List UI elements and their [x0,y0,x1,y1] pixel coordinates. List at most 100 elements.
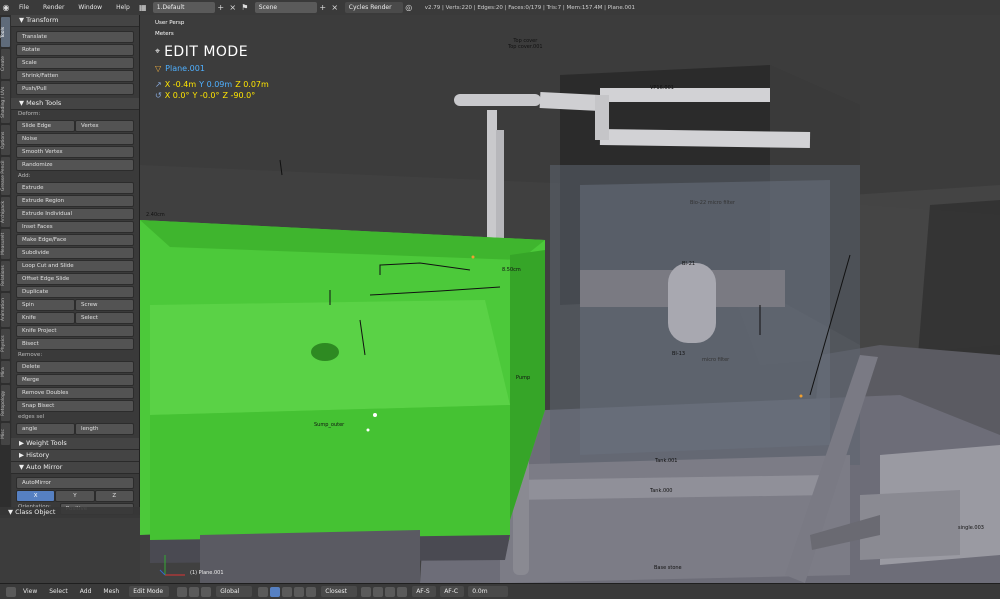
3d-viewport[interactable]: Top cover Top cover.001 VP16.001 Bio-22 … [0,15,1000,583]
tab-options[interactable]: Options [1,125,10,155]
inset-faces-button[interactable]: Inset Faces [16,221,134,233]
delete-button[interactable]: Delete [16,361,134,373]
snap-a-field[interactable]: AF-S [412,586,437,597]
viewport-shading-icon[interactable] [177,586,188,597]
merge-button[interactable]: Merge [16,374,134,386]
menu-view[interactable]: View [17,588,43,595]
weight-tools-header[interactable]: ▶ Weight Tools [11,438,139,450]
tab-relations[interactable]: Relations [1,261,10,291]
tab-mira[interactable]: Mira [1,361,10,383]
tab-create[interactable]: Create [1,49,10,79]
render-engine-dropdown[interactable]: Cycles Render [344,2,403,13]
transform-header[interactable]: ▼ Transform [11,15,139,27]
scene-field[interactable]: Scene [254,2,317,13]
add-scene-icon[interactable]: + [317,3,329,12]
automirror-button[interactable]: AutoMirror [16,477,134,489]
menu-file[interactable]: File [12,4,36,11]
rotate-button[interactable]: Rotate [16,44,134,56]
bisect-button[interactable]: Bisect [16,338,134,350]
label-sump: Sump_outer [314,422,345,428]
manipulator-icon[interactable] [201,586,212,597]
make-edge-face-button[interactable]: Make Edge/Face [16,234,134,246]
occlude-icon[interactable] [294,586,305,597]
knife-project-button[interactable]: Knife Project [16,325,134,337]
camera-icon[interactable] [397,586,408,597]
auto-mirror-title: Auto Mirror [26,463,63,471]
mesh-tools-header[interactable]: ▼ Mesh Tools [11,98,139,110]
vertex-select-icon[interactable] [258,586,269,597]
push-pull-button[interactable]: Push/Pull [16,83,134,95]
slide-edge-button[interactable]: Slide Edge [16,120,75,132]
smooth-vertex-button[interactable]: Smooth Vertex [16,146,134,158]
duplicate-button[interactable]: Duplicate [16,286,134,298]
class-object-header[interactable]: ▼ Class Object [0,507,140,518]
spin-button[interactable]: Spin [16,299,75,311]
remove-label: Remove: [18,352,43,358]
rotation-icon: ↺ [155,91,162,100]
screw-button[interactable]: Screw [75,299,134,311]
pivot-icon[interactable] [189,586,200,597]
tab-misc[interactable]: Misc [1,423,10,445]
extrude-individual-button[interactable]: Extrude Individual [16,208,134,220]
offset-edge-slide-button[interactable]: Offset Edge Slide [16,273,134,285]
loop-cut-button[interactable]: Loop Cut and Slide [16,260,134,272]
axis-y-toggle[interactable]: Y [55,490,95,502]
history-header[interactable]: ▶ History [11,450,139,462]
vertex-slide-button[interactable]: Vertex [75,120,134,132]
menu-add[interactable]: Add [74,588,98,595]
menu-help[interactable]: Help [109,4,137,11]
remove-doubles-button[interactable]: Remove Doubles [16,387,134,399]
snap-icon[interactable] [361,586,372,597]
knife-select-button[interactable]: Select [75,312,134,324]
snap-b-field[interactable]: AF-C [440,586,465,597]
face-select-icon[interactable] [282,586,293,597]
axis-z-toggle[interactable]: Z [94,490,134,502]
tab-shading[interactable]: Shading / UVs [1,81,10,123]
blender-logo-icon[interactable]: ◉ [0,3,12,12]
menu-select[interactable]: Select [43,588,74,595]
offset-field[interactable]: 0.0m [468,586,509,597]
shrink-fatten-button[interactable]: Shrink/Fatten [16,70,134,82]
proportional-icon[interactable] [306,586,317,597]
tab-grease-pencil[interactable]: Grease Pencil [1,157,10,195]
tab-physics[interactable]: Physics [1,329,10,359]
tab-tools[interactable]: Tools [1,17,10,47]
transform-orientation-dropdown[interactable]: Global [216,586,253,597]
extrude-button[interactable]: Extrude [16,182,134,194]
editor-type-icon[interactable] [6,586,16,597]
angle-field[interactable]: angle [16,423,75,435]
snap-bisect-button[interactable]: Snap Bisect [16,400,134,412]
proportional-falloff-dropdown[interactable]: Closest [321,586,358,597]
menu-mesh[interactable]: Mesh [97,588,125,595]
class-object-title: Class Object [15,508,56,516]
remove-layout-icon[interactable]: × [227,3,239,12]
auto-mirror-header[interactable]: ▼ Auto Mirror [11,462,139,474]
render-preview-icon[interactable] [385,586,396,597]
mode-dropdown[interactable]: Edit Mode [129,586,170,597]
edge-select-icon[interactable] [270,586,281,597]
scale-button[interactable]: Scale [16,57,134,69]
edges-sel-label: edges sel [18,414,45,420]
remove-scene-icon[interactable]: × [329,3,341,12]
menu-window[interactable]: Window [71,4,109,11]
knife-button[interactable]: Knife [16,312,75,324]
subdivide-button[interactable]: Subdivide [16,247,134,259]
tab-archipack[interactable]: Archipack [1,197,10,227]
translate-button[interactable]: Translate [16,31,134,43]
screen-layout-icon[interactable]: ▦ [137,3,149,12]
tab-measureit[interactable]: MeasureIt [1,229,10,259]
extrude-region-button[interactable]: Extrude Region [16,195,134,207]
axis-x-toggle[interactable]: X [16,490,56,502]
noise-button[interactable]: Noise [16,133,134,145]
snap-element-icon[interactable] [373,586,384,597]
scene-icon[interactable]: ⚑ [239,3,251,12]
length-field[interactable]: length [75,423,134,435]
add-layout-icon[interactable]: + [215,3,227,12]
scene-render [0,15,1000,583]
tab-retopology[interactable]: Retopology [1,385,10,421]
randomize-button[interactable]: Randomize [16,159,134,171]
label-bi13: BI-13 [672,351,686,357]
menu-render[interactable]: Render [36,4,71,11]
screen-layout-field[interactable]: 1.Default [152,2,215,13]
tab-animation[interactable]: Animation [1,293,10,327]
